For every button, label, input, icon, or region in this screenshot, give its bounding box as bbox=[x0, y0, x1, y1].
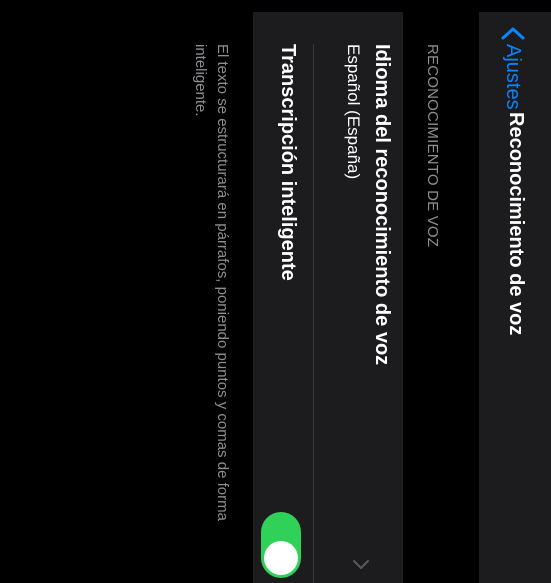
smart-transcription-toggle[interactable] bbox=[261, 512, 301, 578]
smart-transcription-title: Transcripción inteligente bbox=[277, 44, 299, 281]
page-title: Reconocimiento de voz bbox=[505, 112, 527, 336]
chevron-right-icon bbox=[353, 560, 369, 569]
toggle-knob bbox=[264, 541, 298, 575]
section-spacer bbox=[403, 12, 479, 583]
back-button[interactable]: Ajustes bbox=[499, 26, 527, 110]
chevron-left-icon bbox=[501, 27, 525, 40]
language-row-value: Español (España) bbox=[344, 44, 363, 180]
language-row-title: Idioma del reconocimiento de voz bbox=[371, 44, 393, 366]
back-label: Ajustes bbox=[502, 44, 525, 110]
smart-transcription-row: Transcripción inteligente bbox=[253, 12, 313, 583]
section-header: RECONOCIMIENTO DE VOZ bbox=[424, 44, 441, 248]
settings-screen: Ajustes Reconocimiento de voz RECONOCIMI… bbox=[0, 12, 551, 583]
row-divider bbox=[313, 44, 314, 583]
settings-group: Idioma del reconocimiento de voz Español… bbox=[253, 12, 403, 583]
language-row[interactable]: Idioma del reconocimiento de voz Español… bbox=[314, 12, 403, 583]
footer-description: El texto se estructurará en párrafos, po… bbox=[192, 44, 231, 521]
navigation-bar: Ajustes Reconocimiento de voz bbox=[479, 12, 551, 583]
